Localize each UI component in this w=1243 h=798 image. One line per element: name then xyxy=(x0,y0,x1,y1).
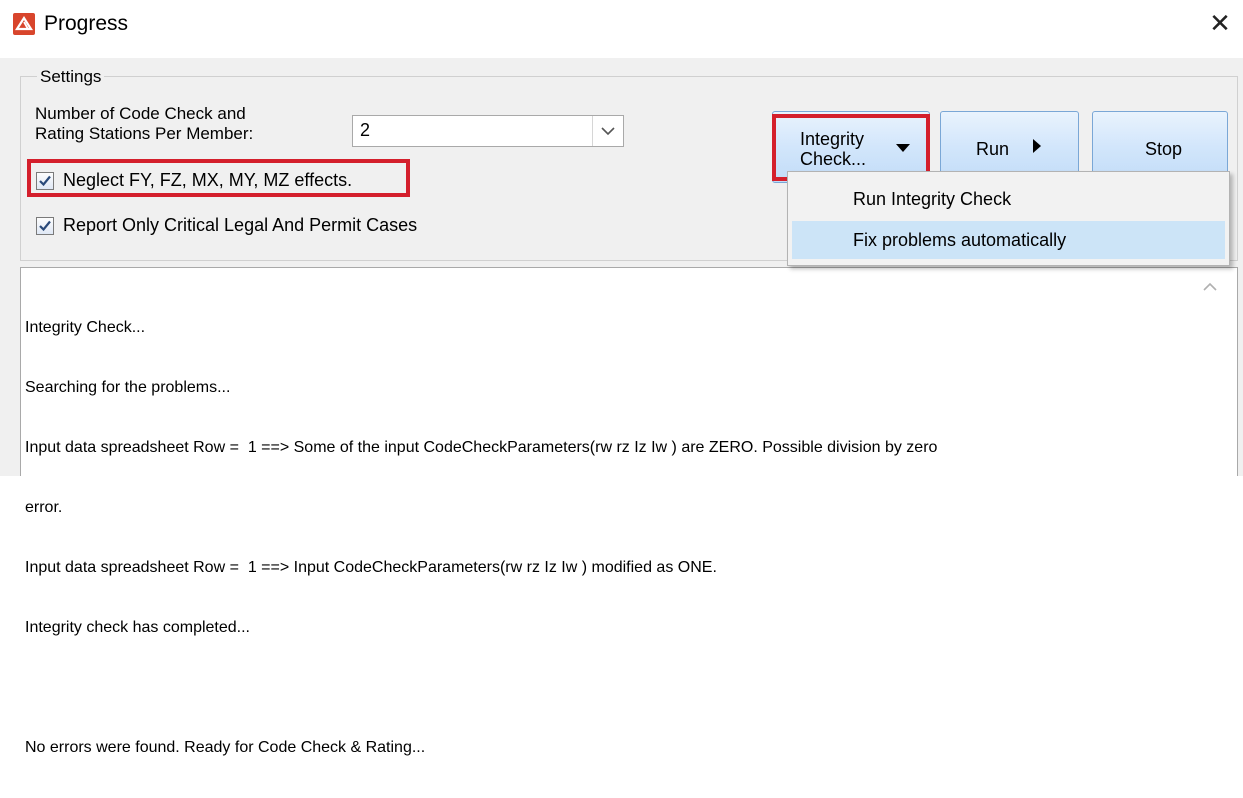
stop-label: Stop xyxy=(1145,139,1183,159)
run-label: Run xyxy=(976,139,1010,159)
log-output[interactable]: Integrity Check... Searching for the pro… xyxy=(20,267,1238,756)
log-line: Searching for the problems... xyxy=(25,379,231,396)
log-line: Input data spreadsheet Row = 1 ==> Some … xyxy=(25,439,938,456)
stations-value: 2 xyxy=(360,120,371,140)
scroll-up-icon[interactable] xyxy=(1203,282,1217,291)
log-line: Input data spreadsheet Row = 1 ==> Input… xyxy=(25,559,717,576)
menu-item-run-integrity-check[interactable]: Run Integrity Check xyxy=(792,180,1225,218)
log-line: Integrity Check... xyxy=(25,319,146,336)
stations-label-line1: Number of Code Check and xyxy=(35,104,246,123)
menu-item-label: Run Integrity Check xyxy=(853,189,1012,209)
report-critical-label: Report Only Critical Legal And Permit Ca… xyxy=(63,215,418,235)
log-line: Integrity check has completed... xyxy=(25,619,250,636)
chevron-down-icon[interactable] xyxy=(592,116,623,146)
integrity-check-menu: Run Integrity Check Fix problems automat… xyxy=(787,171,1230,266)
title-bar: Progress ✕ xyxy=(0,0,1243,58)
stations-label-line2: Rating Stations Per Member: xyxy=(35,124,254,143)
stations-combobox[interactable]: 2 xyxy=(352,115,624,147)
arrow-right-icon xyxy=(1033,139,1041,153)
log-line: error. xyxy=(25,499,63,516)
close-icon[interactable]: ✕ xyxy=(1206,9,1234,37)
app-logo-icon xyxy=(13,13,35,35)
stations-label: Number of Code Check and Rating Stations… xyxy=(35,104,355,144)
menu-item-label: Fix problems automatically xyxy=(853,230,1067,250)
window-title: Progress xyxy=(44,12,129,35)
dialog-body: Settings Number of Code Check and Rating… xyxy=(0,58,1243,756)
check-icon xyxy=(39,220,51,231)
menu-item-fix-problems[interactable]: Fix problems automatically xyxy=(792,221,1225,259)
log-line: No errors were found. Ready for Code Che… xyxy=(25,739,426,756)
report-critical-option[interactable]: Report Only Critical Legal And Permit Ca… xyxy=(36,215,417,236)
highlight-box-neglect xyxy=(27,159,410,197)
settings-legend: Settings xyxy=(37,67,105,87)
report-critical-checkbox[interactable] xyxy=(36,216,54,235)
log-text: Integrity Check... Searching for the pro… xyxy=(25,278,937,798)
